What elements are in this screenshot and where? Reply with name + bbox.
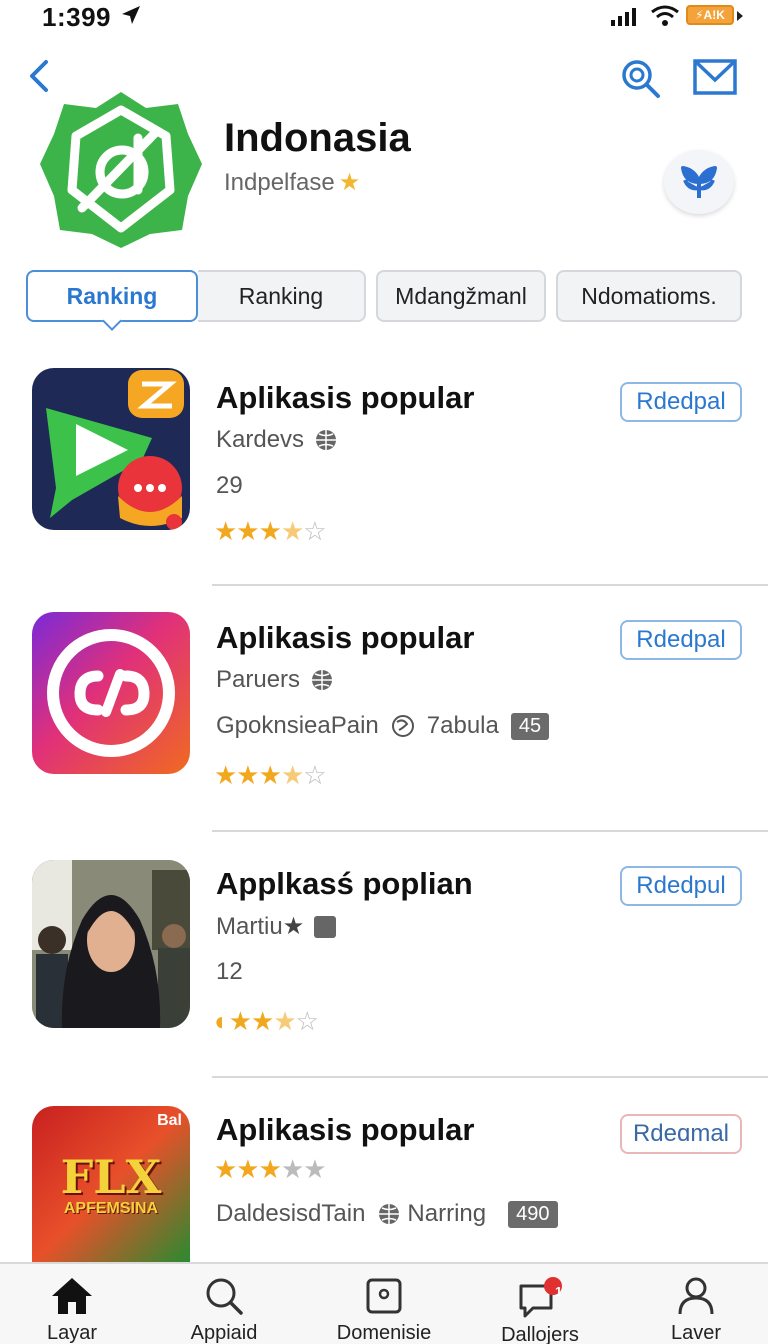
get-button[interactable]: Rdedpal (620, 382, 742, 422)
thumb-logo-subtext: APFEMSINA (63, 1200, 159, 1217)
person-portrait-icon (32, 860, 190, 1028)
star-rating: ★★★★☆ (214, 516, 327, 546)
item-subtitle-text: DaldesisdTain (216, 1200, 366, 1227)
get-button[interactable]: Rdedpul (620, 866, 742, 906)
tab-bar-label: Appiaid (190, 1322, 258, 1344)
tab-bar-item-screen[interactable]: Domenisie (324, 1276, 444, 1344)
app-logo-icon (40, 92, 202, 248)
tab-bar-label: Dallojers (501, 1324, 579, 1344)
tab-bar-item-search[interactable]: Appiaid (164, 1276, 284, 1344)
app-subtitle-text: Indpelfase (224, 169, 335, 196)
item-meta-text: GpoknsieaPain (216, 712, 379, 739)
item-meta: 12 (216, 958, 243, 985)
tab-bar-item-chat[interactable]: 1 Dallojers (480, 1276, 600, 1344)
item-meta: DaldesisdTain Narring 490 (216, 1200, 558, 1228)
get-button[interactable]: Rdedpal (620, 620, 742, 660)
list-divider (212, 1076, 768, 1078)
item-title: Aplikasis popular (216, 1112, 475, 1147)
count-badge: 490 (508, 1200, 558, 1228)
item-title: Aplikasis popular (216, 620, 475, 655)
globe-icon (312, 670, 333, 690)
battery-icon: ⚡A!K (686, 5, 734, 25)
tab-bar-item-home[interactable]: Layar (12, 1276, 132, 1344)
globe-icon (316, 430, 337, 450)
status-time: 1:399 (42, 2, 111, 32)
person-photo (32, 860, 190, 1028)
tab-bar-label: Domenisie (336, 1322, 432, 1344)
item-subtitle-text: Paruers (216, 666, 301, 693)
app-title: Indonasia (224, 116, 411, 160)
app-thumbnail (32, 612, 190, 774)
location-arrow-icon (122, 6, 140, 24)
tab-ranking[interactable]: Ranking (198, 270, 366, 322)
code-ring-icon (47, 629, 175, 757)
item-meta: 29 (216, 472, 243, 499)
list-divider (212, 830, 768, 832)
bottom-tab-bar: Layar Appiaid Domenisie 1 Dallojers Lave… (0, 1262, 768, 1344)
play-chat-icon (46, 370, 184, 530)
star-rating: ★★★★★ (214, 1154, 327, 1184)
tab-bar-item-profile[interactable]: Laver (636, 1276, 756, 1344)
leaf-icon (681, 166, 717, 198)
app-thumbnail: Bal FLX APFEMSINA (32, 1106, 190, 1262)
item-subtitle-text: Kardevs (216, 426, 305, 453)
star-icon: ★ (338, 169, 361, 196)
item-meta2-text: Narring (407, 1200, 487, 1227)
tag-icon (314, 915, 337, 938)
search-icon (206, 1278, 243, 1315)
cellular-signal-icon (611, 8, 636, 26)
thumb-logo-text: FLX (60, 1150, 162, 1204)
item-title: Aplikasis popular (216, 380, 475, 415)
item-subtitle: Kardevs (216, 426, 338, 454)
battery-tip (737, 11, 743, 21)
globe-icon (379, 1204, 400, 1224)
item-meta: GpoknsieaPain 7abula 45 (216, 712, 550, 740)
tab-notifications[interactable]: Ndomatioms. (556, 270, 742, 322)
home-icon (52, 1278, 92, 1314)
get-button[interactable]: Rdeɑmal (620, 1114, 742, 1154)
star-rating: ◐★★★☆ (214, 1006, 319, 1036)
item-subtitle: Paruers (216, 666, 334, 694)
list-divider (212, 584, 768, 586)
tab-management[interactable]: Mdangžmanl (376, 270, 546, 322)
item-meta2-text: 7abula (426, 712, 499, 739)
item-subtitle: Martiu ★ (216, 912, 337, 941)
app-thumbnail (32, 368, 190, 530)
search-icon[interactable] (618, 56, 662, 100)
tab-ranking-active[interactable]: Ranking (26, 270, 198, 322)
star-outline-icon: ★ (282, 913, 305, 940)
count-badge: 45 (510, 712, 550, 740)
segment-tabs: Ranking Ranking Mdangžmanl Ndomatioms. (26, 270, 742, 324)
person-icon (678, 1277, 714, 1315)
mail-icon[interactable] (692, 56, 738, 98)
app-subtitle: Indpelfase ★ (224, 168, 360, 197)
star-rating: ★★★★☆ (214, 760, 327, 790)
tab-bar-label: Laver (670, 1322, 722, 1344)
item-title: Applkasś poplian (216, 866, 473, 901)
tab-bar-label: Layar (46, 1322, 98, 1344)
item-subtitle-text: Martiu (216, 912, 283, 940)
thumb-corner-text: Bal (157, 1112, 182, 1129)
wifi-icon (651, 5, 679, 26)
world-icon (391, 715, 414, 737)
screen-icon (366, 1278, 402, 1314)
status-bar: 1:399 ⚡A!K (0, 0, 768, 36)
notification-badge: 1 (555, 1284, 563, 1299)
favorite-badge-button[interactable] (664, 150, 734, 214)
